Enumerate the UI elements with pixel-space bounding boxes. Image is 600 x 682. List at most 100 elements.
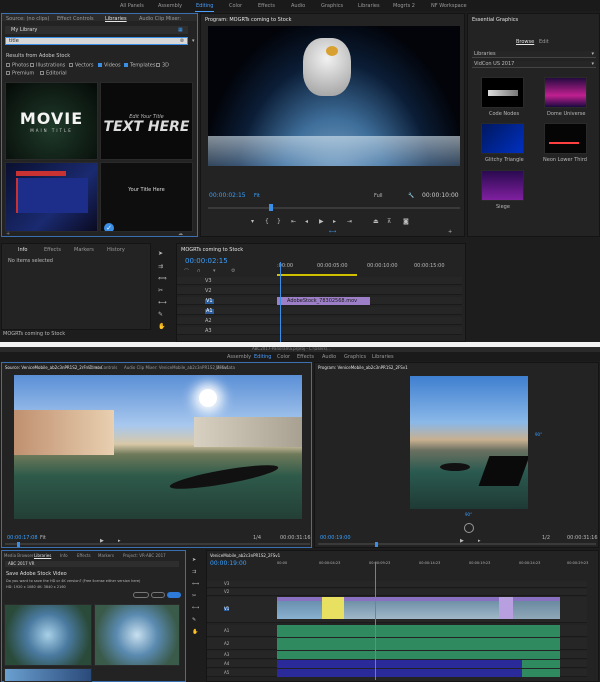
4k-button[interactable]: 4K [167,592,181,608]
go-to-out-icon[interactable]: ⇥ [347,218,352,225]
tab-markers[interactable]: Markers [74,247,94,253]
ws-editing[interactable]: Editing [194,3,215,12]
filter-videos[interactable]: Videos [98,63,121,69]
ws2-graphics[interactable]: Graphics [344,354,366,360]
slip-tool-icon[interactable]: ⟷ [158,299,167,306]
v1-clip-2[interactable] [344,597,499,619]
thumb-movie-title[interactable]: MOVIE MAIN TITLE [5,82,98,160]
eg-tab-browse[interactable]: Browse [516,39,534,45]
v1-clip-purple[interactable] [499,597,513,619]
ws-all-panels[interactable]: All Panels [120,3,144,9]
play-icon[interactable]: ▶ [319,218,324,225]
hand-tool-icon-2[interactable]: ✋ [192,629,198,635]
mark-in-icon[interactable]: { [265,218,269,225]
tab-metadata[interactable]: Metadata [216,365,235,370]
tab-markers-2[interactable]: Markers [98,553,114,558]
track-select-icon-2[interactable]: ⇉ [192,569,196,575]
v1-clip-1[interactable] [277,597,322,619]
track-select-icon[interactable]: ⇉ [158,263,163,270]
cloud-icon[interactable]: ☁ [178,232,183,237]
pen-tool-icon-2[interactable]: ✎ [192,617,196,623]
eg-thumb-glitchy-triangle[interactable] [481,123,524,154]
razor-tool-icon[interactable]: ✂ [158,287,163,294]
cancel-button[interactable]: Cancel [133,592,149,609]
work-area-bar[interactable] [277,274,357,276]
camera-icon[interactable]: ◙ [403,218,409,225]
library-dropdown[interactable]: My Library [5,26,188,34]
lib-thumb-venice-2[interactable] [94,604,180,666]
pen-tool-icon[interactable]: ✎ [158,311,163,318]
a3-clip[interactable] [277,651,560,659]
step-back-icon[interactable]: ◂ [305,218,308,225]
ws-mogrts2[interactable]: Mogrts 2 [393,3,415,9]
filter-editorial[interactable]: Editorial [40,71,67,77]
thumb-your-title[interactable]: Your Title Here ✓ [100,162,193,232]
vr-rotate-icon[interactable] [464,523,474,533]
video-clip[interactable]: AdobeStock_78302568.mov [277,297,370,305]
track-label-v1[interactable]: V1 [205,299,214,304]
filter-illustrations[interactable]: Illustrations [30,63,65,69]
timeline-playhead-2[interactable] [375,562,376,680]
linked-selection-icon[interactable]: ∩ [197,268,201,274]
eg-tab-edit[interactable]: Edit [539,39,549,45]
eg-thumb-dome-universe[interactable] [544,77,587,108]
selection-tool-icon[interactable]: ➤ [158,250,163,257]
filter-photos[interactable]: Photos [6,63,29,69]
tab-source[interactable]: Source: (no clips) [6,16,49,22]
snap-icon[interactable]: ⌒ [184,268,189,275]
tab-info-2[interactable]: Info [60,553,68,558]
tab-info[interactable]: Info [18,247,27,253]
full-dropdown[interactable]: Full [374,194,383,199]
a1-clip[interactable] [277,625,560,637]
tab-effect-controls[interactable]: Effect Controls [57,16,94,22]
time-ruler[interactable]: :00:00 00:00:05:00 00:00:10:00 00:00:15:… [277,262,457,272]
a5-clip[interactable] [277,669,522,677]
tab-audio-clip-mixer[interactable]: Audio Clip Mixer: [139,16,181,22]
a4-clip[interactable] [277,660,522,668]
tab-audio-mixer-2[interactable]: Audio Clip Mixer: VeniceMobile_ab2c3nPR1… [124,365,229,370]
lift-icon[interactable]: ⏏ [373,218,379,225]
filter-3d[interactable]: 3D [156,63,169,69]
filter-templates[interactable]: Templates [124,63,155,69]
tab-project[interactable]: Project: VR-ABC 2017 [123,553,166,558]
hand-tool-icon[interactable]: ✋ [158,323,165,330]
go-to-in-icon[interactable]: ⇤ [291,218,296,225]
tab-effects[interactable]: Effects [44,247,61,253]
ripple-edit-icon-2[interactable]: ⟺ [192,581,199,587]
ws-libraries[interactable]: Libraries [358,3,380,9]
tab-history[interactable]: History [107,247,125,253]
prog-play-icon[interactable]: ▶ [460,538,464,544]
track-label-a1[interactable]: A1 [205,309,214,314]
tab-effects-2[interactable]: Effects [77,553,91,558]
fit-dropdown[interactable]: Fit [254,194,260,199]
ws-color[interactable]: Color [229,3,242,9]
ws2-effects[interactable]: Effects [297,354,314,360]
ws-assembly[interactable]: Assembly [158,3,182,9]
a5-clip-green[interactable] [522,669,560,677]
ws-graphics[interactable]: Graphics [321,3,343,9]
thumb-lower-third[interactable] [5,162,98,232]
timeline-timecode-2[interactable]: 00:00:19:00 [210,561,247,567]
settings-icon[interactable]: ⚙ [231,268,235,274]
playhead[interactable] [269,204,273,211]
tab-libraries-2[interactable]: Libraries [34,553,51,558]
ws2-editing[interactable]: Editing [252,354,273,363]
wrench-icon[interactable]: 🔧 [408,194,414,199]
program-timecode[interactable]: 00:00:02:15 [209,193,246,199]
thumb-text-here[interactable]: Edit Your Title TEXT HERE [100,82,193,160]
clear-search-icon[interactable]: ⊗ [180,39,184,44]
a4-clip-green[interactable] [522,660,560,668]
vr-icon[interactable]: ⟷ [329,230,336,235]
ws-effects[interactable]: Effects [258,3,275,9]
ws2-color[interactable]: Color [277,354,290,360]
razor-tool-icon-2[interactable]: ✂ [192,593,196,599]
ws2-audio[interactable]: Audio [322,354,336,360]
add-marker-icon[interactable]: ▾ [213,268,216,274]
timeline-timecode[interactable]: 00:00:02:15 [185,258,228,265]
extract-icon[interactable]: ⊼ [387,218,391,225]
track2-label-v1[interactable]: V1 [224,607,230,611]
add-button-icon[interactable]: + [448,230,452,235]
mark-out-icon[interactable]: } [277,218,281,225]
ws-nf-workspace[interactable]: NF Workspace [431,3,467,9]
ws-audio[interactable]: Audio [291,3,305,9]
